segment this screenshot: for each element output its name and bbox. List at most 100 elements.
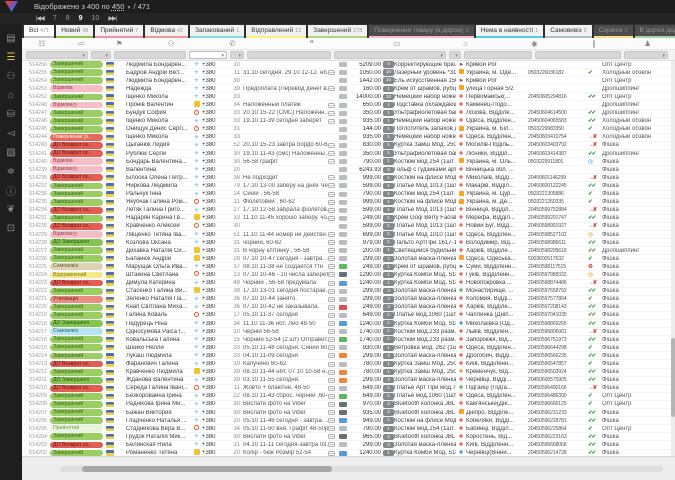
comment-bubble-icon[interactable] bbox=[328, 256, 335, 261]
column-filter-input-10[interactable]: ▼ bbox=[624, 51, 668, 59]
phone-number[interactable]: +380 bbox=[202, 118, 226, 124]
table-row[interactable]: 514248Відмова◷Пронів Валентин+38034Налож… bbox=[22, 101, 675, 109]
phone-number[interactable]: +380 bbox=[202, 191, 226, 197]
column-filter-input-0[interactable]: ▼ bbox=[26, 51, 88, 59]
comment-bubble-icon[interactable] bbox=[328, 86, 335, 91]
phone-number[interactable]: +380 bbox=[202, 110, 226, 116]
marketing-icon[interactable]: ◅ bbox=[0, 124, 22, 143]
tab-7[interactable]: Повернення товару (в дорозі)0 bbox=[369, 25, 473, 38]
table-row[interactable]: 514219ЗавершенийГалина Коваль+3801705.10… bbox=[22, 312, 675, 320]
phone-number[interactable]: +380 bbox=[202, 167, 226, 173]
table-row[interactable]: 514212ЗавершенийКравченко Людмила+380390… bbox=[22, 369, 675, 377]
comment-bubble-icon[interactable] bbox=[328, 175, 335, 180]
phone-number[interactable]: +380 bbox=[202, 142, 226, 148]
table-row[interactable]: 514203ДО Возврат ск..Белинская Нила✳+380… bbox=[22, 441, 675, 449]
client-column-icon[interactable]: ⚇ bbox=[137, 39, 205, 48]
ttn-number[interactable]: 20450604614500 bbox=[528, 110, 588, 116]
ttn-number[interactable]: 20450597208143 bbox=[528, 304, 588, 310]
table-row[interactable]: 514255ЗавершенийБадров Андрій Вікт...✳+3… bbox=[22, 69, 675, 77]
table-row[interactable]: 514240ВідмоваБондарь Валентина...✳+38030… bbox=[22, 158, 675, 166]
contacts-card-icon[interactable]: ▤ bbox=[0, 29, 22, 48]
phone-number[interactable]: +380 bbox=[202, 312, 226, 318]
comment-bubble-icon[interactable] bbox=[328, 329, 335, 334]
table-row[interactable]: 514220ЗавершенийКнап Світлана Миха...✳+3… bbox=[22, 304, 675, 312]
range-caret-icon[interactable]: ▼ bbox=[127, 5, 132, 11]
ttn-number[interactable]: 20450597577864 bbox=[528, 296, 588, 302]
phone-number[interactable]: +380 bbox=[202, 223, 226, 229]
tab-all[interactable]: Всі471 bbox=[24, 25, 54, 38]
column-filter-input-1[interactable]: ▼ bbox=[91, 51, 111, 59]
phone-number[interactable]: +380 bbox=[202, 232, 226, 238]
table-row[interactable]: 514256ЗавершенийЛюдмила Бондарен...✳+380… bbox=[22, 61, 675, 69]
phone-number[interactable]: +380 bbox=[202, 418, 226, 424]
filter-dropdown-icon[interactable]: ▼ bbox=[662, 53, 666, 59]
info-icon[interactable]: ⓘ bbox=[0, 181, 22, 200]
clients-icon[interactable]: ⚇ bbox=[0, 67, 22, 86]
column-filter-input-9[interactable] bbox=[535, 51, 621, 59]
comment-bubble-icon[interactable] bbox=[328, 264, 335, 269]
comment-bubble-icon[interactable] bbox=[328, 208, 335, 213]
ttn-number[interactable]: 20450596223163 bbox=[528, 434, 588, 440]
page-button-10[interactable]: 10 bbox=[92, 15, 100, 22]
ttn-number[interactable]: 20450596666125 bbox=[528, 401, 588, 407]
table-row[interactable]: 514210ДО Возврат ск..Середа Галина Івані… bbox=[22, 385, 675, 393]
phone-number[interactable]: +380 bbox=[202, 393, 226, 399]
ttn-number[interactable]: 20450596231233 bbox=[528, 410, 588, 416]
phone-number[interactable]: +380 bbox=[202, 321, 226, 327]
table-row[interactable]: 514224ВідправленийШтакина Светлана+38013… bbox=[22, 271, 675, 279]
comment-bubble-icon[interactable] bbox=[328, 353, 335, 358]
tab-8[interactable]: Нема в наявності1 bbox=[476, 25, 544, 38]
comment-bubble-icon[interactable] bbox=[328, 451, 335, 456]
table-row[interactable]: 514208ЗавершенийРаднікова Ірина Ми...✳+3… bbox=[22, 401, 675, 409]
table-row[interactable]: 514213ДО Возврат ск..Фаранович Галина✳+3… bbox=[22, 360, 675, 368]
comment-bubble-icon[interactable] bbox=[328, 143, 335, 148]
comment-bubble-icon[interactable] bbox=[328, 70, 335, 75]
table-row[interactable]: 514227ЗавершенийДихавка Наталія Си...+38… bbox=[22, 247, 675, 255]
table-row[interactable]: 514216ЗавершенийКовальська Галина✳+38015… bbox=[22, 336, 675, 344]
table-row[interactable]: 514217СамовивізОдносумова Раіса І...✳+38… bbox=[22, 328, 675, 336]
tab-10[interactable]: Сервіси0 bbox=[594, 25, 633, 38]
table-row[interactable]: 514228ДО ЗавершеноКозлова Оксана✳+38031ч… bbox=[22, 239, 675, 247]
phone-number[interactable]: +380 bbox=[202, 296, 226, 302]
app-logo-icon[interactable] bbox=[5, 1, 18, 12]
filter-dropdown-icon[interactable]: ▼ bbox=[82, 53, 86, 59]
comment-bubble-icon[interactable] bbox=[328, 410, 335, 415]
comment-bubble-icon[interactable] bbox=[328, 386, 335, 391]
comment-bubble-icon[interactable] bbox=[328, 442, 335, 447]
comment-bubble-icon[interactable] bbox=[328, 192, 335, 197]
phone-number[interactable]: +380 bbox=[202, 329, 226, 335]
payment-column-icon[interactable]: ▭ bbox=[364, 39, 430, 48]
phone-number[interactable]: +380 bbox=[202, 304, 226, 310]
comment-bubble-icon[interactable] bbox=[328, 103, 335, 108]
comment-bubble-icon[interactable] bbox=[328, 119, 335, 124]
cart-icon[interactable]: ⛁ bbox=[0, 105, 22, 124]
table-row[interactable]: 514204ЗавершенийГрудок Наталія Мик...✳+3… bbox=[22, 433, 675, 441]
stats-icon[interactable]: ▨ bbox=[0, 143, 22, 162]
comment-bubble-icon[interactable] bbox=[328, 378, 335, 383]
phone-number[interactable]: +380 bbox=[202, 337, 226, 343]
ttn-number[interactable]: 20450596751973 bbox=[528, 337, 588, 343]
ttn-column-icon[interactable]: ∥ bbox=[567, 39, 620, 48]
first-page-button[interactable]: |◀◀ bbox=[36, 15, 44, 22]
comment-bubble-icon[interactable] bbox=[328, 426, 335, 431]
ttn-number[interactable]: 20450598527102 bbox=[528, 232, 588, 238]
table-row[interactable]: 514209ЗавершенийБезкоровайна Ірина✳+3802… bbox=[22, 393, 675, 401]
comment-column-icon[interactable]: ❞ bbox=[260, 39, 364, 48]
comment-bubble-icon[interactable] bbox=[328, 159, 335, 164]
video-icon[interactable]: ⊡ bbox=[0, 219, 22, 238]
ttn-number[interactable]: 20450603403702 bbox=[528, 142, 588, 148]
comment-bubble-icon[interactable] bbox=[328, 232, 335, 237]
table-row[interactable]: 514243ДО Возврат ск..Цыганюк Лидия✳+3805… bbox=[22, 142, 675, 150]
source-column-icon[interactable]: ♟ bbox=[620, 39, 675, 48]
shown-range-to[interactable]: 450 bbox=[112, 2, 125, 11]
column-filter-input-6[interactable]: ▼ bbox=[334, 51, 446, 59]
page-button-9[interactable]: 9 bbox=[79, 15, 83, 22]
filter-dropdown-icon[interactable]: ▼ bbox=[105, 53, 109, 59]
table-row[interactable]: 514238ДО Возврат ск..Білоока Олена Петр.… bbox=[22, 174, 675, 182]
comment-bubble-icon[interactable] bbox=[328, 216, 335, 221]
ttn-number[interactable]: 20450596547857 bbox=[528, 361, 588, 367]
table-row[interactable]: 514241ДО Возврат ск..Рублюк Сергій✳+3803… bbox=[22, 150, 675, 158]
comment-bubble-icon[interactable] bbox=[328, 337, 335, 342]
table-row[interactable]: 514205ПрийнятийСтадникова Вера В...+3803… bbox=[22, 425, 675, 433]
ttn-number[interactable]: 20450600575905 bbox=[528, 377, 588, 383]
